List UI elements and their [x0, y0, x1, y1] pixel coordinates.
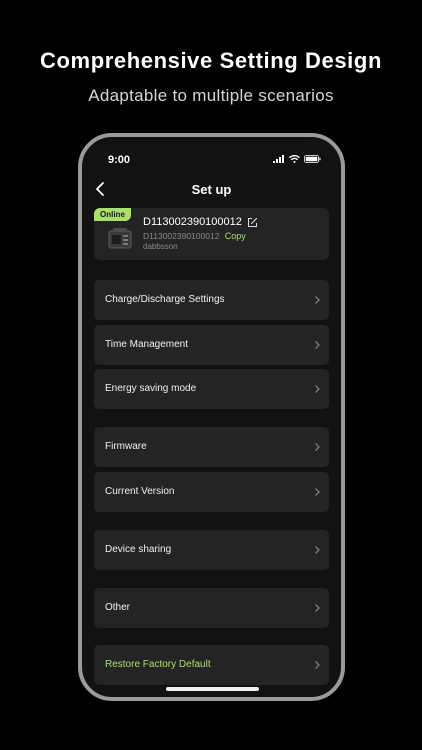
wifi-icon: [289, 155, 300, 163]
signal-icon: [273, 155, 284, 163]
promo-subline: Adaptable to multiple scenarios: [88, 86, 334, 105]
menu-item-label: Charge/Discharge Settings: [105, 294, 225, 305]
page-title: Set up: [191, 182, 232, 197]
chevron-right-icon: [315, 443, 320, 451]
chevron-right-icon: [315, 661, 320, 669]
device-name-text: D113002390100012: [143, 216, 242, 228]
home-indicator[interactable]: [166, 687, 259, 691]
menu-item-label: Time Management: [105, 339, 188, 350]
menu-item-label: Other: [105, 602, 131, 613]
device-owner: dabbsson: [143, 242, 178, 251]
edit-icon[interactable]: [247, 217, 258, 228]
chevron-right-icon: [315, 488, 320, 496]
promo-headline: Comprehensive Setting Design: [40, 48, 382, 73]
menu-item-label: Firmware: [105, 441, 147, 452]
device-serial-line: D113002390100012 Copy: [143, 231, 246, 241]
chevron-right-icon: [315, 385, 320, 393]
menu-item-restore-factory[interactable]: Restore Factory Default: [94, 645, 329, 685]
menu-item-energy-saving[interactable]: Energy saving mode: [94, 369, 329, 409]
chevron-right-icon: [315, 604, 320, 612]
menu-item-label: Device sharing: [105, 544, 172, 555]
status-bar: 9:00: [82, 151, 341, 169]
menu-item-label: Restore Factory Default: [105, 659, 211, 670]
chevron-right-icon: [315, 341, 320, 349]
status-badge: Online: [94, 208, 131, 221]
menu-item-device-sharing[interactable]: Device sharing: [94, 530, 329, 570]
menu-item-firmware[interactable]: Firmware: [94, 427, 329, 467]
device-name: D113002390100012: [143, 216, 258, 228]
menu-item-other[interactable]: Other: [94, 588, 329, 628]
phone-frame: 9:00 Set up Online D113002390100012 D113…: [78, 133, 345, 701]
menu-item-charge-discharge[interactable]: Charge/Discharge Settings: [94, 280, 329, 320]
power-station-icon: [108, 228, 132, 249]
chevron-right-icon: [315, 546, 320, 554]
copy-button[interactable]: Copy: [225, 231, 246, 241]
menu-item-label: Energy saving mode: [105, 383, 197, 394]
nav-bar: Set up: [82, 177, 341, 201]
menu-item-time-management[interactable]: Time Management: [94, 325, 329, 365]
status-icons: [273, 155, 321, 163]
menu-item-current-version[interactable]: Current Version: [94, 472, 329, 512]
status-time: 9:00: [108, 154, 131, 166]
menu-item-label: Current Version: [105, 486, 175, 497]
device-card[interactable]: Online D113002390100012 D113002390100012…: [94, 208, 329, 260]
device-serial: D113002390100012: [143, 231, 220, 241]
battery-icon: [304, 155, 321, 163]
chevron-right-icon: [315, 296, 320, 304]
